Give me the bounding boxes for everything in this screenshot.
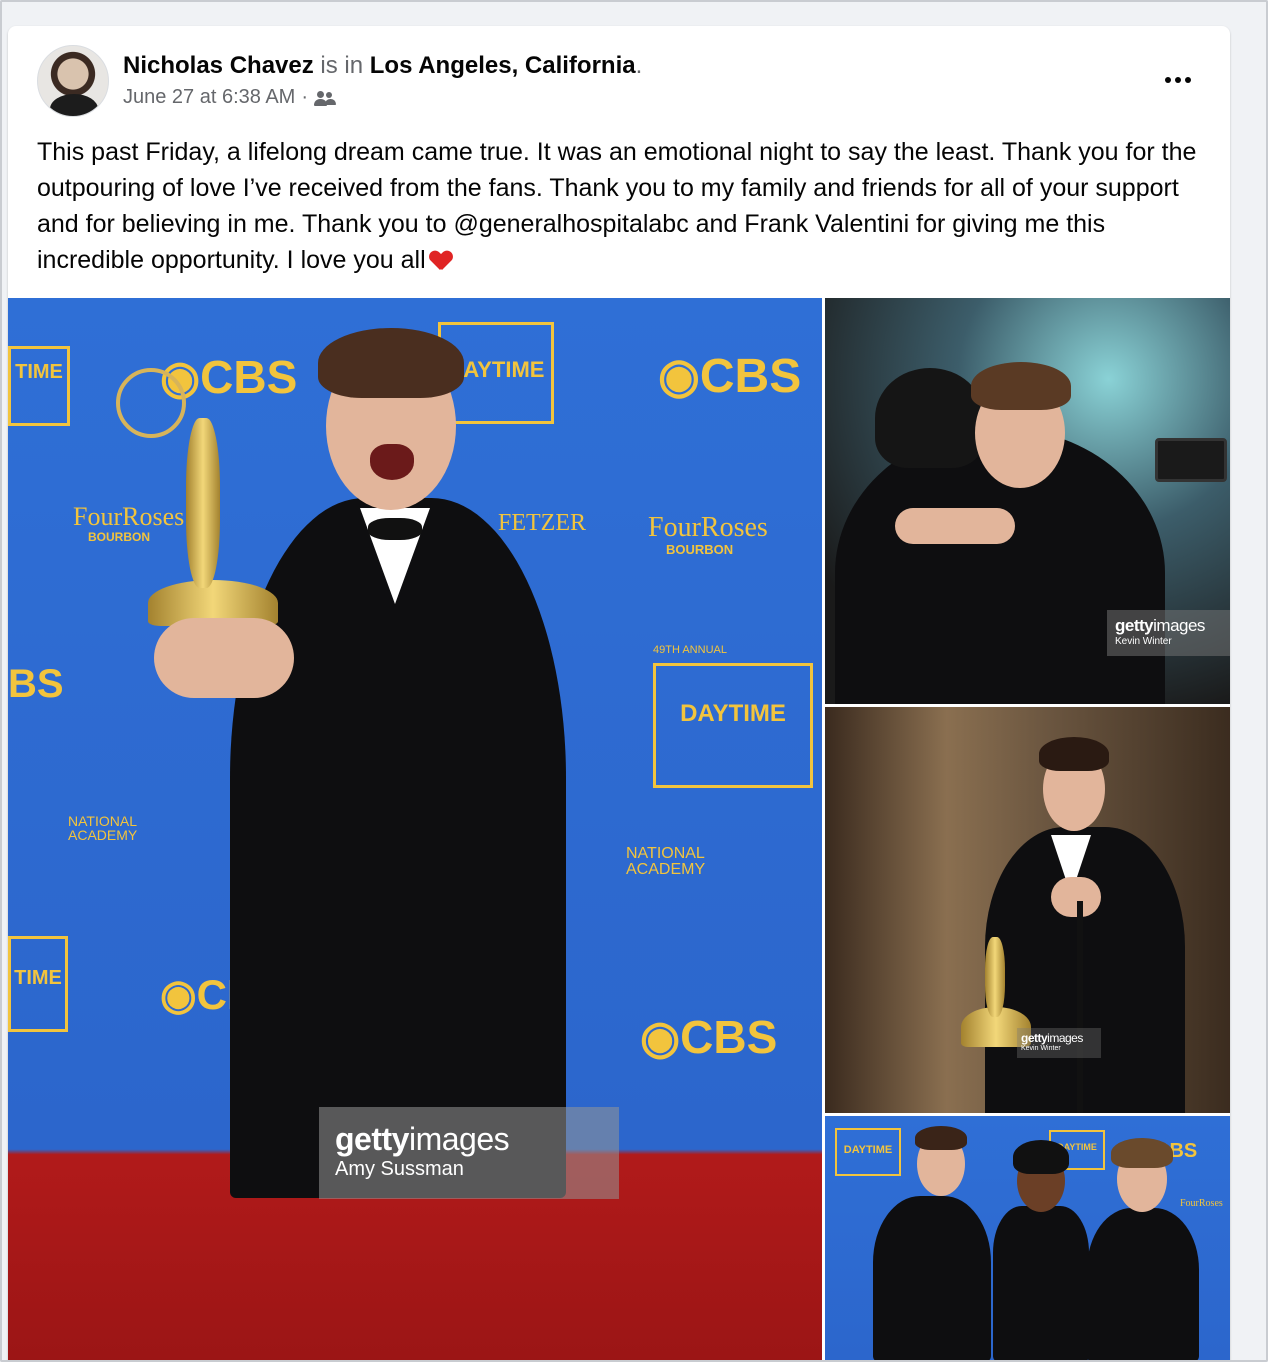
hand-on-chest [1051, 877, 1101, 917]
tuxedo-figure-left [873, 1196, 991, 1362]
getty-brand-light: images [408, 1121, 510, 1157]
bourbon-label: BOURBON [88, 530, 150, 544]
cbs-partial-logo: BS [8, 662, 64, 706]
daytime-emmys-logo: TIME [8, 936, 68, 1032]
fourroses-logo: FourRoses [648, 512, 768, 544]
getty-brand: gettyimages [335, 1121, 619, 1158]
fourroses-logo: FourRoses [1180, 1198, 1223, 1209]
post-timestamp-link[interactable]: June 27 at 6:38 AM [123, 86, 295, 109]
avatar-shoulders [50, 94, 98, 116]
emmy-trophy-globe [116, 368, 186, 438]
fourroses-logo: FourRoses [73, 502, 184, 532]
hands [154, 618, 294, 698]
meta-separator: · [301, 86, 309, 108]
national-academy-logo: NATIONAL ACADEMY [68, 814, 137, 842]
author-avatar[interactable] [37, 45, 109, 117]
hair-left [915, 1126, 967, 1150]
hair-right [1111, 1138, 1173, 1168]
microphone-stand [1077, 901, 1083, 1113]
cbs-logo-text: CBS [680, 1011, 778, 1063]
tuxedo-figure [230, 498, 566, 1198]
emmy-trophy-figure [186, 418, 220, 588]
post-header: Nicholas Chavez is in Los Angeles, Calif… [8, 26, 1230, 126]
photo-main-trophy[interactable]: TIME ◉CBS DAYTIME ◉CBS FourRoses BOURBON… [8, 298, 822, 1362]
academy-line-1: NATIONAL [68, 813, 137, 829]
fourroses-text: FourRoses [73, 502, 185, 531]
post-body: This past Friday, a lifelong dream came … [37, 138, 1197, 274]
phone-camera [1155, 438, 1227, 482]
getty-brand-light: images [1047, 1031, 1083, 1045]
photo-credit: Kevin Winter [1115, 636, 1172, 647]
hair [318, 328, 464, 398]
daytime-emmys-logo: TIME [8, 346, 70, 426]
author-name-link[interactable]: Nicholas Chavez [123, 52, 314, 79]
getty-brand-bold: getty [1021, 1031, 1048, 1045]
author-line: Nicholas Chavez is in Los Angeles, Calif… [123, 51, 642, 81]
cbs-logo: ◉CBS [658, 350, 802, 403]
fetzer-logo: FETZER [498, 510, 586, 536]
getty-watermark: gettyimages Amy Sussman [319, 1107, 619, 1199]
more-options-icon[interactable] [1156, 62, 1200, 98]
hair [1039, 737, 1109, 771]
logo-time-text: TIME [15, 361, 63, 383]
getty-watermark: gettyimages Kevin Winter [1017, 1028, 1101, 1058]
photo-gallery: TIME ◉CBS DAYTIME ◉CBS FourRoses BOURBON… [8, 298, 1230, 1362]
post-text: This past Friday, a lifelong dream came … [37, 134, 1207, 278]
photo-group[interactable]: DAYTIME DAYTIME CBS FourRoses [825, 1116, 1230, 1362]
tuxedo-figure-right [1087, 1208, 1199, 1362]
logo-daytime-text: DAYTIME [680, 700, 786, 727]
academy-line-2: ACADEMY [626, 861, 706, 878]
location-verb: is in [320, 52, 364, 79]
location-period: . [635, 52, 643, 79]
open-mouth [370, 444, 414, 480]
bow-tie [368, 518, 422, 540]
photo-credit: Amy Sussman [335, 1158, 464, 1180]
cbs-logo-text: CBS [200, 351, 298, 403]
annual-label: 49TH ANNUAL [653, 644, 727, 656]
getty-brand: gettyimages [1021, 1031, 1101, 1045]
daytime-emmys-logo: DAYTIME [653, 663, 813, 788]
logo-time-text: TIME [14, 967, 62, 989]
emmy-trophy-figure [985, 937, 1005, 1017]
photo-credit: Kevin Winter [1021, 1045, 1061, 1052]
getty-brand: gettyimages [1115, 616, 1230, 636]
cbs-logo-text: CBS [699, 350, 802, 403]
photo-hug[interactable]: gettyimages Kevin Winter [825, 298, 1230, 704]
friends-icon[interactable] [314, 90, 337, 106]
getty-watermark: gettyimages Kevin Winter [1107, 610, 1230, 656]
bourbon-label: BOURBON [666, 542, 734, 557]
hair-back [875, 368, 985, 468]
hair [971, 362, 1071, 410]
location-link[interactable]: Los Angeles, California [370, 52, 636, 79]
getty-brand-bold: getty [1115, 616, 1154, 635]
fourroses-text: FourRoses [648, 512, 768, 543]
academy-line-1: NATIONAL [626, 845, 705, 862]
getty-brand-bold: getty [335, 1121, 409, 1157]
getty-brand-light: images [1153, 616, 1205, 635]
tuxedo-figure [985, 827, 1185, 1113]
post-meta: June 27 at 6:38 AM · [123, 86, 337, 109]
national-academy-logo: NATIONAL ACADEMY [626, 846, 705, 878]
hands [895, 508, 1015, 544]
academy-line-2: ACADEMY [68, 827, 138, 843]
post-card: Nicholas Chavez is in Los Angeles, Calif… [8, 26, 1230, 1362]
black-dress-figure [993, 1206, 1089, 1362]
daytime-emmys-logo: DAYTIME [835, 1128, 901, 1176]
red-heart-icon [430, 251, 452, 271]
hair-center [1013, 1140, 1069, 1174]
logo-daytime-text: DAYTIME [843, 1144, 893, 1156]
photo-speech[interactable]: gettyimages Kevin Winter [825, 707, 1230, 1113]
cbs-logo: ◉CBS [640, 1011, 778, 1063]
